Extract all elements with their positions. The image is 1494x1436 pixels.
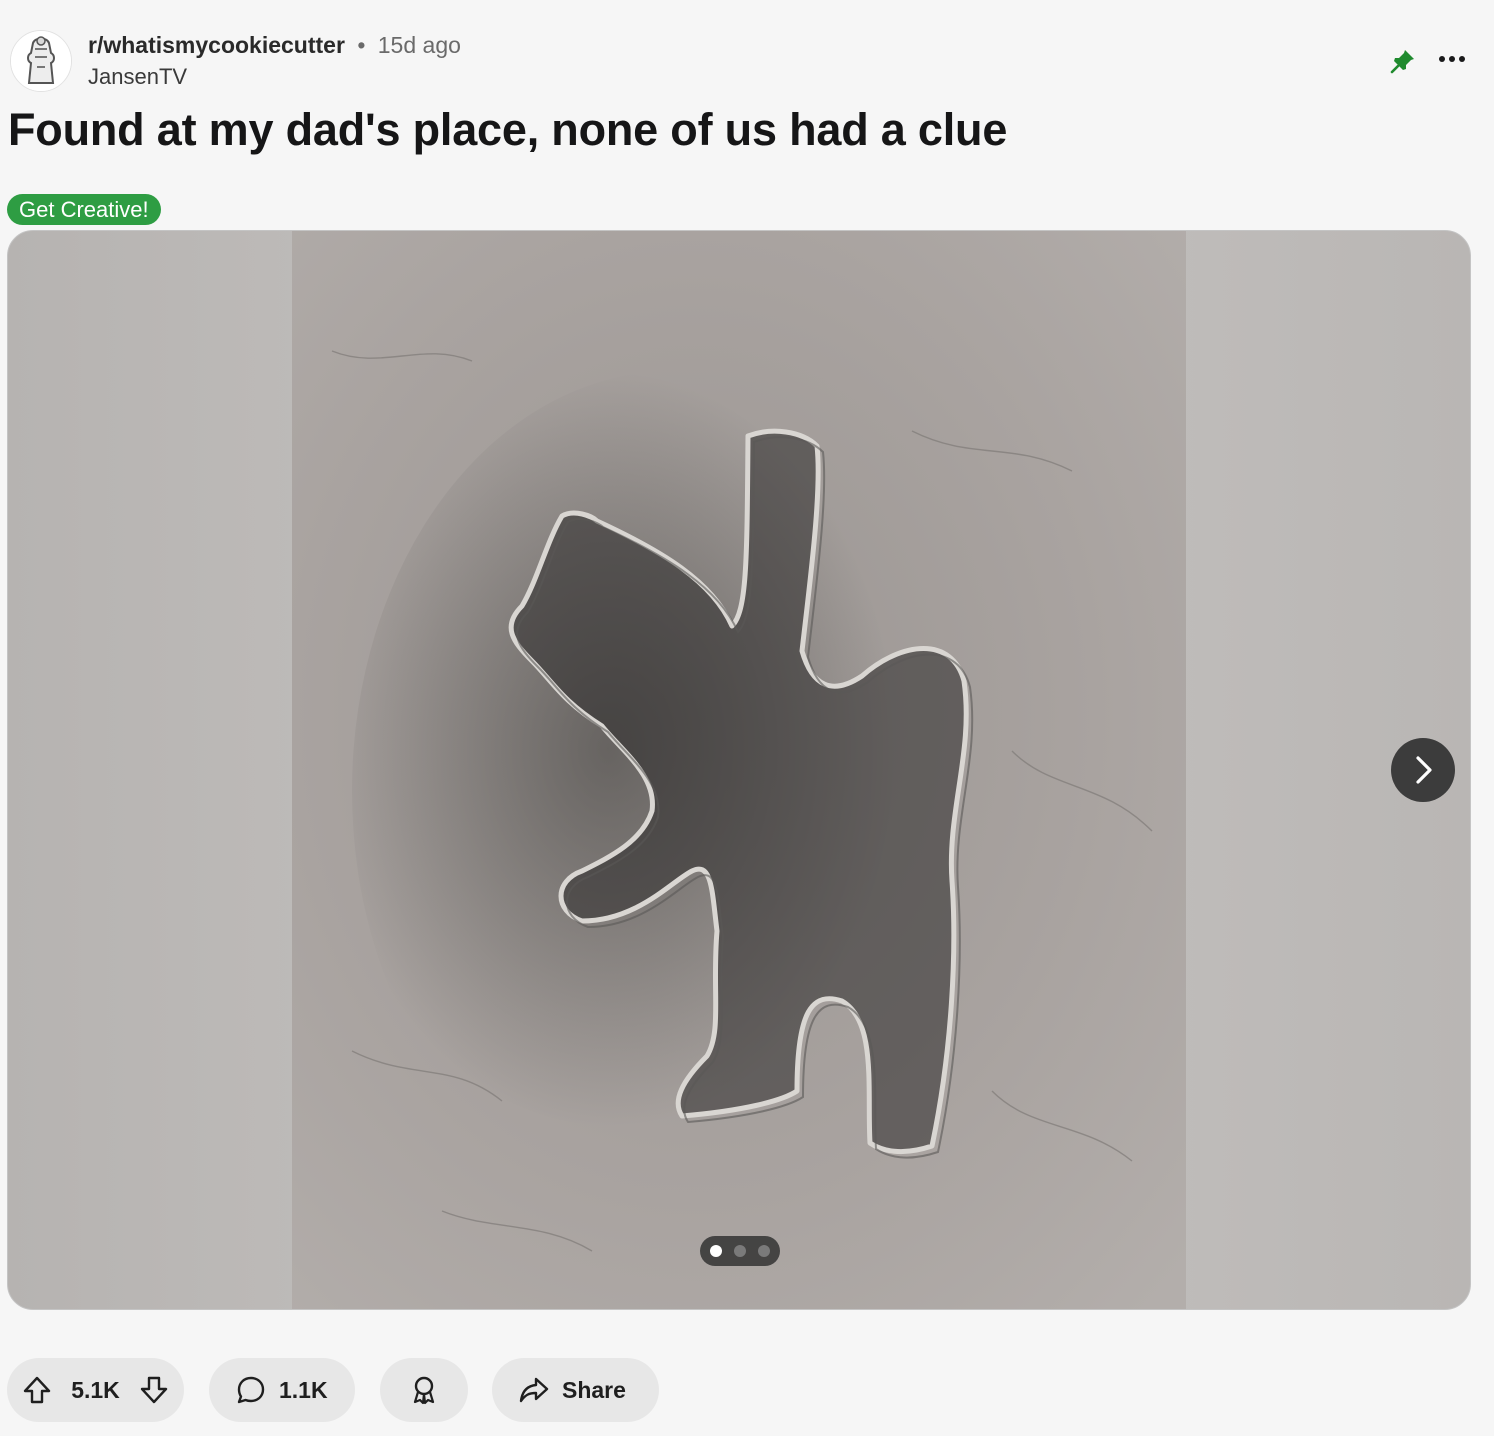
award-icon <box>413 1376 435 1405</box>
subreddit-avatar-image <box>11 31 71 91</box>
vote-bar: 5.1K <box>7 1358 184 1422</box>
gallery-dot[interactable] <box>734 1245 746 1257</box>
post-image[interactable] <box>292 231 1186 1309</box>
vote-count: 5.1K <box>71 1376 120 1403</box>
downvote-button[interactable] <box>138 1374 170 1406</box>
share-label: Share <box>562 1376 626 1403</box>
subreddit-link[interactable]: r/whatismycookiecutter <box>88 32 345 58</box>
comment-count: 1.1K <box>279 1376 328 1403</box>
author-link[interactable]: JansenTV <box>88 61 461 93</box>
gallery-dot[interactable] <box>710 1245 722 1257</box>
meta-separator: • <box>357 32 366 58</box>
share-arrow-icon <box>519 1377 549 1403</box>
downvote-arrow-icon <box>140 1376 168 1404</box>
meta-line: r/whatismycookiecutter • 15d ago <box>88 30 461 60</box>
gallery-dot[interactable] <box>758 1245 770 1257</box>
more-options-icon[interactable] <box>1432 44 1472 74</box>
post-meta: r/whatismycookiecutter • 15d ago JansenT… <box>88 30 461 93</box>
gallery-next-button[interactable] <box>1391 738 1455 802</box>
award-button[interactable] <box>380 1358 468 1422</box>
gallery-pagination <box>700 1236 780 1266</box>
upvote-arrow-icon <box>23 1376 51 1404</box>
share-button[interactable]: Share <box>492 1358 659 1422</box>
media-gallery[interactable] <box>7 230 1471 1310</box>
post-header: r/whatismycookiecutter • 15d ago JansenT… <box>8 28 1486 94</box>
chevron-right-icon <box>1416 756 1432 784</box>
comment-bubble-icon <box>237 1376 265 1404</box>
upvote-button[interactable] <box>21 1374 53 1406</box>
post-age: 15d ago <box>377 32 461 58</box>
post-flair[interactable]: Get Creative! <box>7 194 161 225</box>
subreddit-avatar[interactable] <box>10 30 72 92</box>
comments-button[interactable]: 1.1K <box>209 1358 355 1422</box>
post-title[interactable]: Found at my dad's place, none of us had … <box>8 100 1007 160</box>
pin-icon[interactable] <box>1390 48 1416 74</box>
